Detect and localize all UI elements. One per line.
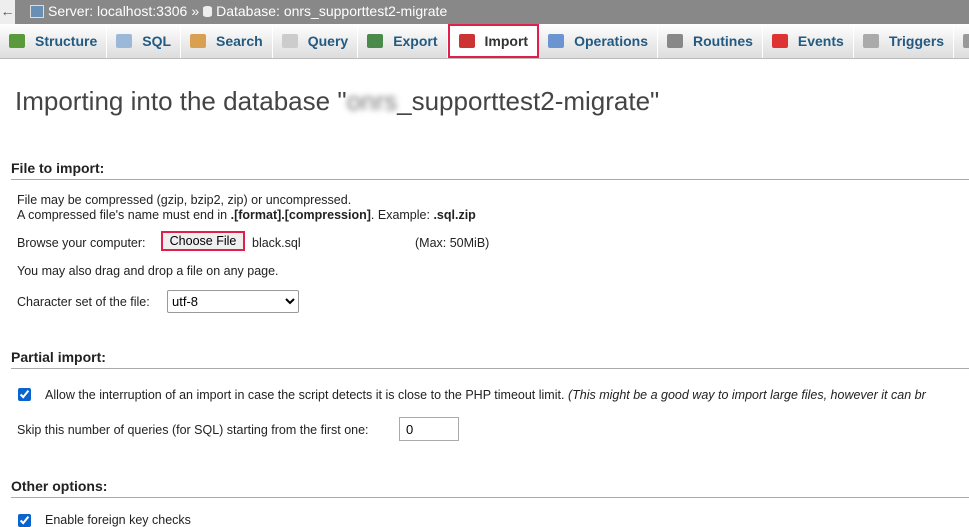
tab-import[interactable]: Import [447, 24, 540, 58]
triggers-icon [862, 34, 879, 48]
section-other-options: Other options: [11, 478, 969, 498]
max-size: (Max: 50MiB) [415, 236, 490, 250]
tab-label: Operations [574, 33, 648, 49]
breadcrumb: Server: localhost:3306 » Database: onrs_… [30, 3, 447, 19]
sql-icon [116, 34, 133, 48]
tab-label: Import [484, 33, 529, 49]
structure-icon [9, 34, 25, 48]
breadcrumb-separator: » [191, 3, 200, 19]
section-file-to-import: File to import: [11, 160, 969, 180]
tab-label: Events [797, 33, 844, 49]
selected-file-name: black.sql [252, 236, 301, 250]
tab-search[interactable]: Search [181, 24, 273, 58]
tab-routines[interactable]: Routines [658, 24, 763, 58]
tab-label: Query [307, 33, 349, 49]
allow-interruption-label: Allow the interruption of an import in c… [45, 388, 926, 402]
tab-label: Routines [693, 33, 753, 49]
tab-query[interactable]: Query [273, 24, 359, 58]
skip-queries-input[interactable] [399, 417, 459, 441]
section-partial-import: Partial import: [11, 349, 969, 369]
tab-more[interactable] [954, 24, 969, 58]
compression-example: A compressed file's name must end in .[f… [17, 208, 476, 222]
tab-bar: Structure SQL Search Query Export Import Opera… [0, 24, 969, 59]
server-icon [30, 4, 44, 18]
tab-events[interactable]: Events [763, 24, 854, 58]
tab-label: SQL [142, 33, 172, 49]
query-icon [281, 34, 298, 48]
foreign-key-label: Enable foreign key checks [45, 513, 191, 527]
skip-queries-label: Skip this number of queries (for SQL) st… [17, 423, 369, 437]
breadcrumb-bar: ← Server: localhost:3306 » Database: onr… [0, 0, 969, 24]
compression-info: File may be compressed (gzip, bzip2, zip… [17, 193, 352, 207]
foreign-key-checkbox[interactable] [18, 514, 31, 527]
tab-label: Structure [35, 33, 98, 49]
clock-icon [771, 34, 788, 48]
browse-label: Browse your computer: [17, 236, 146, 250]
breadcrumb-server[interactable]: Server: localhost:3306 [48, 3, 187, 19]
import-icon [458, 34, 475, 48]
more-icon [963, 34, 969, 48]
tab-structure[interactable]: Structure [0, 24, 108, 58]
wrench-icon [548, 34, 565, 48]
page-title: Importing into the database "onrs_suppor… [15, 86, 660, 116]
allow-interruption-checkbox[interactable] [18, 388, 31, 401]
tab-operations[interactable]: Operations [539, 24, 658, 58]
redacted-text: onrs [346, 86, 398, 116]
tab-sql[interactable]: SQL [107, 24, 182, 58]
breadcrumb-database[interactable]: Database: onrs_supporttest2-migrate [216, 3, 447, 19]
tab-export[interactable]: Export [358, 24, 448, 58]
tab-triggers[interactable]: Triggers [854, 24, 955, 58]
charset-label: Character set of the file: [17, 295, 150, 309]
export-icon [367, 34, 384, 48]
charset-select[interactable]: utf-8 [167, 290, 299, 313]
database-icon [203, 5, 213, 17]
tab-label: Export [393, 33, 438, 49]
gears-icon [667, 34, 683, 48]
choose-file-button[interactable]: Choose File [161, 231, 245, 251]
tab-label: Triggers [888, 33, 945, 49]
drag-drop-hint: You may also drag and drop a file on any… [17, 264, 279, 278]
tab-label: Search [216, 33, 263, 49]
back-arrow-icon[interactable]: ← [0, 0, 15, 24]
search-icon [190, 34, 207, 48]
